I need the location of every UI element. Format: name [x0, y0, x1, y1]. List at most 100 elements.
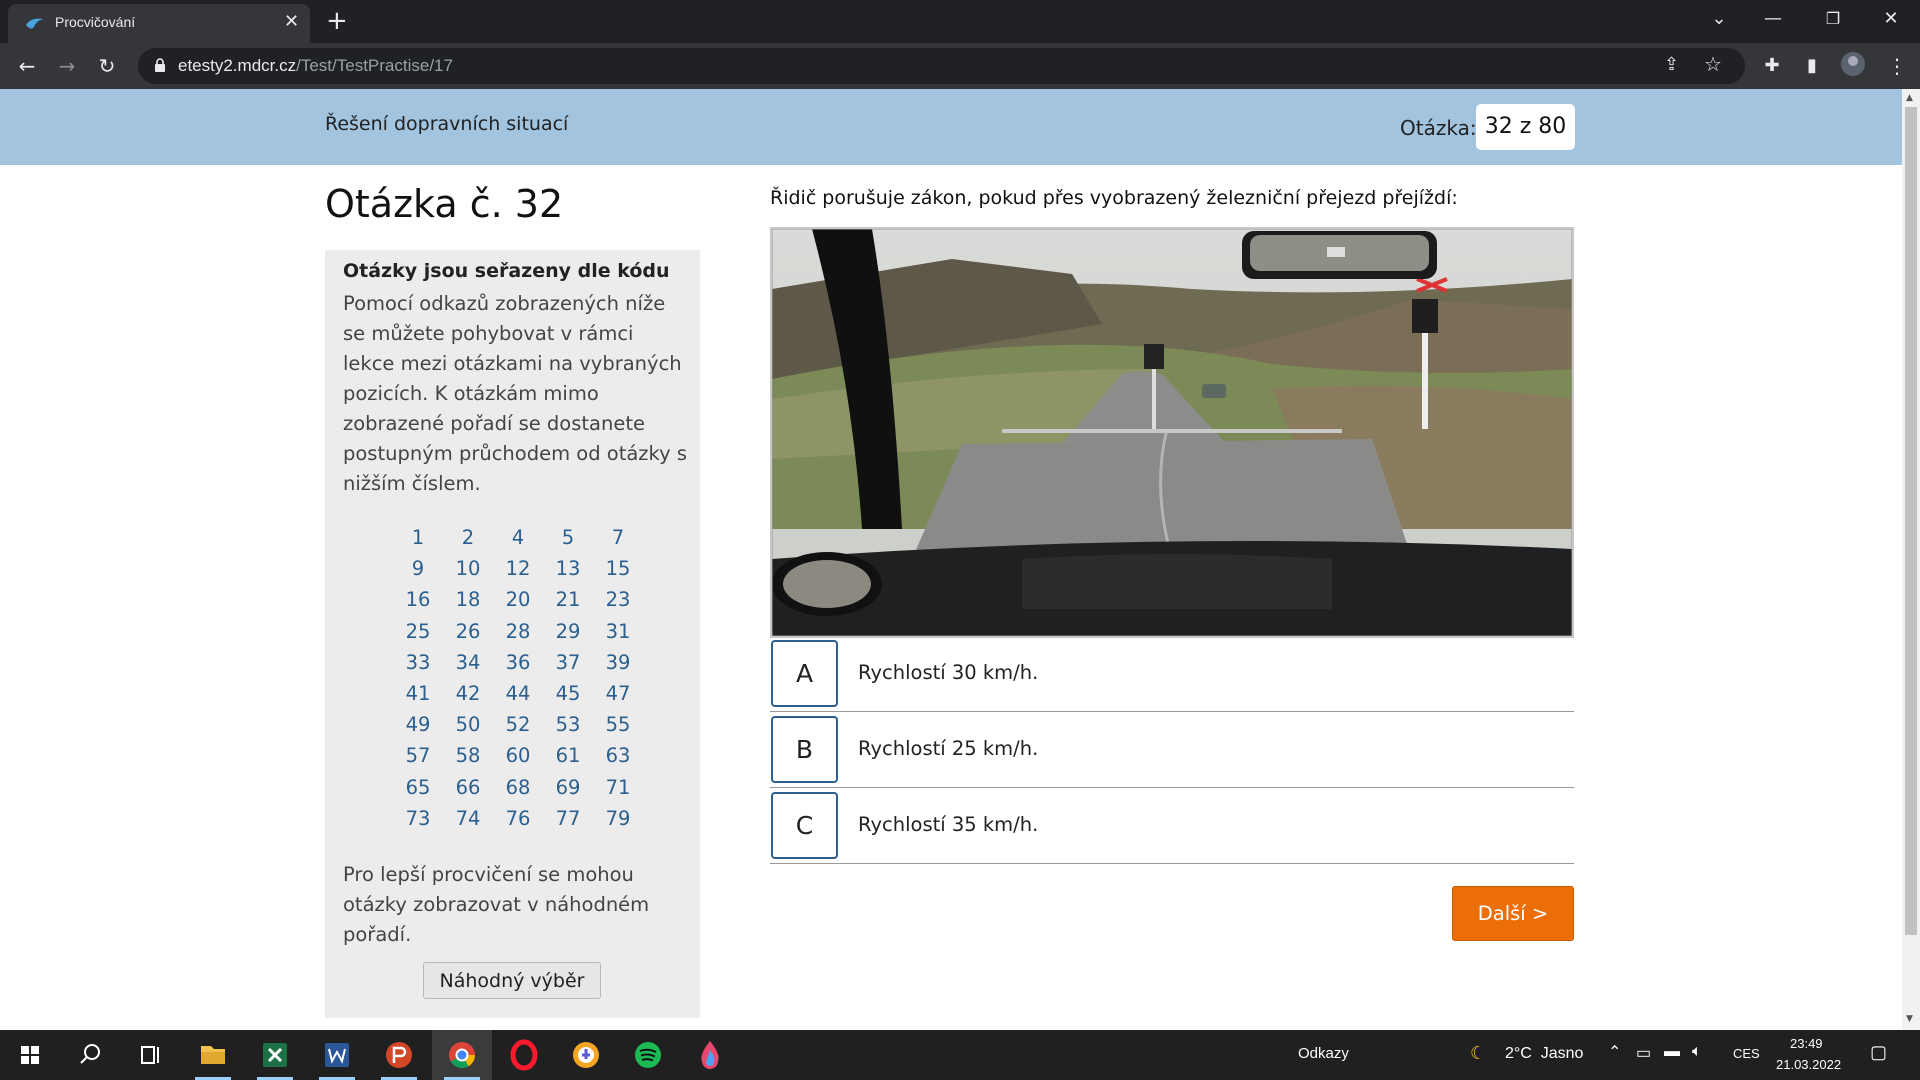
browser-menu-icon[interactable]: ⋮: [1882, 51, 1912, 81]
question-link[interactable]: 20: [493, 584, 543, 615]
question-link[interactable]: 57: [393, 740, 443, 771]
question-link[interactable]: 66: [443, 772, 493, 803]
taskbar-word[interactable]: [307, 1030, 367, 1080]
question-link[interactable]: 55: [593, 709, 643, 740]
question-link[interactable]: 50: [443, 709, 493, 740]
question-link[interactable]: 13: [543, 553, 593, 584]
answer-option-a[interactable]: A Rychlostí 30 km/h.: [770, 638, 1574, 712]
question-link[interactable]: 29: [543, 616, 593, 647]
question-link[interactable]: 4: [493, 522, 543, 553]
question-link[interactable]: 1: [393, 522, 443, 553]
question-link[interactable]: 63: [593, 740, 643, 771]
question-link[interactable]: 39: [593, 647, 643, 678]
question-link[interactable]: 65: [393, 772, 443, 803]
browser-tab[interactable]: Procvičování ✕: [8, 4, 310, 43]
profile-avatar[interactable]: [1838, 51, 1868, 81]
question-link[interactable]: 5: [543, 522, 593, 553]
question-link[interactable]: 10: [443, 553, 493, 584]
question-link[interactable]: 33: [393, 647, 443, 678]
answer-option-c[interactable]: C Rychlostí 35 km/h.: [770, 790, 1574, 864]
next-question-button[interactable]: Další >: [1452, 886, 1574, 941]
taskbar-powerpoint[interactable]: [369, 1030, 429, 1080]
task-view-button[interactable]: [120, 1030, 180, 1080]
question-link[interactable]: 9: [393, 553, 443, 584]
battery-icon[interactable]: ▬: [1664, 1043, 1680, 1061]
question-link[interactable]: 53: [543, 709, 593, 740]
share-icon[interactable]: ⇪: [1664, 54, 1679, 75]
question-link[interactable]: 52: [493, 709, 543, 740]
bookmark-star-icon[interactable]: ☆: [1704, 52, 1722, 76]
question-link[interactable]: 58: [443, 740, 493, 771]
question-link[interactable]: 49: [393, 709, 443, 740]
question-link[interactable]: 79: [593, 803, 643, 834]
question-link[interactable]: 69: [543, 772, 593, 803]
reload-icon[interactable]: ↻: [92, 51, 122, 81]
hidden-icons-chevron-icon[interactable]: ⌃: [1608, 1042, 1621, 1062]
question-link[interactable]: 41: [393, 678, 443, 709]
question-link[interactable]: 68: [493, 772, 543, 803]
scroll-down-arrow-icon[interactable]: ▼: [1906, 1014, 1913, 1024]
clock-date[interactable]: 21.03.2022: [1776, 1057, 1841, 1072]
question-link[interactable]: 71: [593, 772, 643, 803]
restore-button[interactable]: ❐: [1810, 0, 1856, 40]
volume-icon[interactable]: 🔈︎: [1692, 1043, 1702, 1061]
question-link[interactable]: 77: [543, 803, 593, 834]
taskbar-chrome[interactable]: [432, 1030, 492, 1080]
question-link[interactable]: 23: [593, 584, 643, 615]
question-link[interactable]: 47: [593, 678, 643, 709]
clock-time[interactable]: 23:49: [1790, 1036, 1823, 1051]
scroll-thumb[interactable]: [1905, 107, 1917, 935]
question-link[interactable]: 25: [393, 616, 443, 647]
question-link[interactable]: 73: [393, 803, 443, 834]
folder-icon: [201, 1046, 225, 1064]
question-link[interactable]: 2: [443, 522, 493, 553]
question-link[interactable]: 26: [443, 616, 493, 647]
network-icon[interactable]: ▭: [1636, 1043, 1651, 1063]
question-link[interactable]: 21: [543, 584, 593, 615]
start-button[interactable]: [0, 1030, 60, 1080]
question-link[interactable]: 45: [543, 678, 593, 709]
question-link[interactable]: 18: [443, 584, 493, 615]
taskbar-file-explorer[interactable]: [183, 1030, 243, 1080]
links-toolbar-label[interactable]: Odkazy: [1298, 1045, 1349, 1062]
close-window-button[interactable]: ✕: [1868, 0, 1914, 40]
scroll-up-arrow-icon[interactable]: ▲: [1906, 93, 1913, 103]
page-scrollbar[interactable]: ▲ ▼: [1902, 89, 1920, 1030]
extensions-puzzle-icon[interactable]: ✚: [1757, 51, 1787, 81]
taskbar-app-drop[interactable]: [680, 1030, 740, 1080]
question-link[interactable]: 37: [543, 647, 593, 678]
taskbar-excel[interactable]: [245, 1030, 305, 1080]
question-link[interactable]: 12: [493, 553, 543, 584]
tab-search-chevron-icon[interactable]: ⌄: [1696, 0, 1742, 40]
question-link[interactable]: 15: [593, 553, 643, 584]
question-link[interactable]: 31: [593, 616, 643, 647]
question-link[interactable]: 44: [493, 678, 543, 709]
address-bar[interactable]: etesty2.mdcr.cz/Test/TestPractise/17 ⇪ ☆: [138, 48, 1745, 84]
answer-option-b[interactable]: B Rychlostí 25 km/h.: [770, 714, 1574, 788]
input-language[interactable]: CES: [1733, 1046, 1760, 1061]
minimize-button[interactable]: —: [1750, 0, 1796, 40]
question-link[interactable]: 7: [593, 522, 643, 553]
side-panel-icon[interactable]: ▮: [1797, 51, 1827, 81]
question-link[interactable]: 16: [393, 584, 443, 615]
taskbar-opera[interactable]: [494, 1030, 554, 1080]
new-tab-button[interactable]: +: [326, 6, 348, 36]
taskbar-brave[interactable]: [556, 1030, 616, 1080]
question-link[interactable]: 28: [493, 616, 543, 647]
question-link[interactable]: 60: [493, 740, 543, 771]
back-arrow-icon[interactable]: ←: [12, 51, 42, 81]
search-button[interactable]: [60, 1030, 120, 1080]
question-link[interactable]: 76: [493, 803, 543, 834]
random-order-description: Pro lepší procvičení se mohou otázky zob…: [343, 863, 650, 946]
question-link[interactable]: 36: [493, 647, 543, 678]
tab-close-icon[interactable]: ✕: [284, 12, 299, 32]
question-link[interactable]: 42: [443, 678, 493, 709]
notifications-icon[interactable]: ▢: [1870, 1042, 1887, 1063]
random-selection-button[interactable]: Náhodný výběr: [423, 962, 601, 999]
taskbar-spotify[interactable]: [618, 1030, 678, 1080]
question-link[interactable]: 74: [443, 803, 493, 834]
forward-arrow-icon[interactable]: →: [52, 51, 82, 81]
weather-widget[interactable]: 2°C Jasno: [1505, 1045, 1583, 1063]
question-link[interactable]: 34: [443, 647, 493, 678]
question-link[interactable]: 61: [543, 740, 593, 771]
